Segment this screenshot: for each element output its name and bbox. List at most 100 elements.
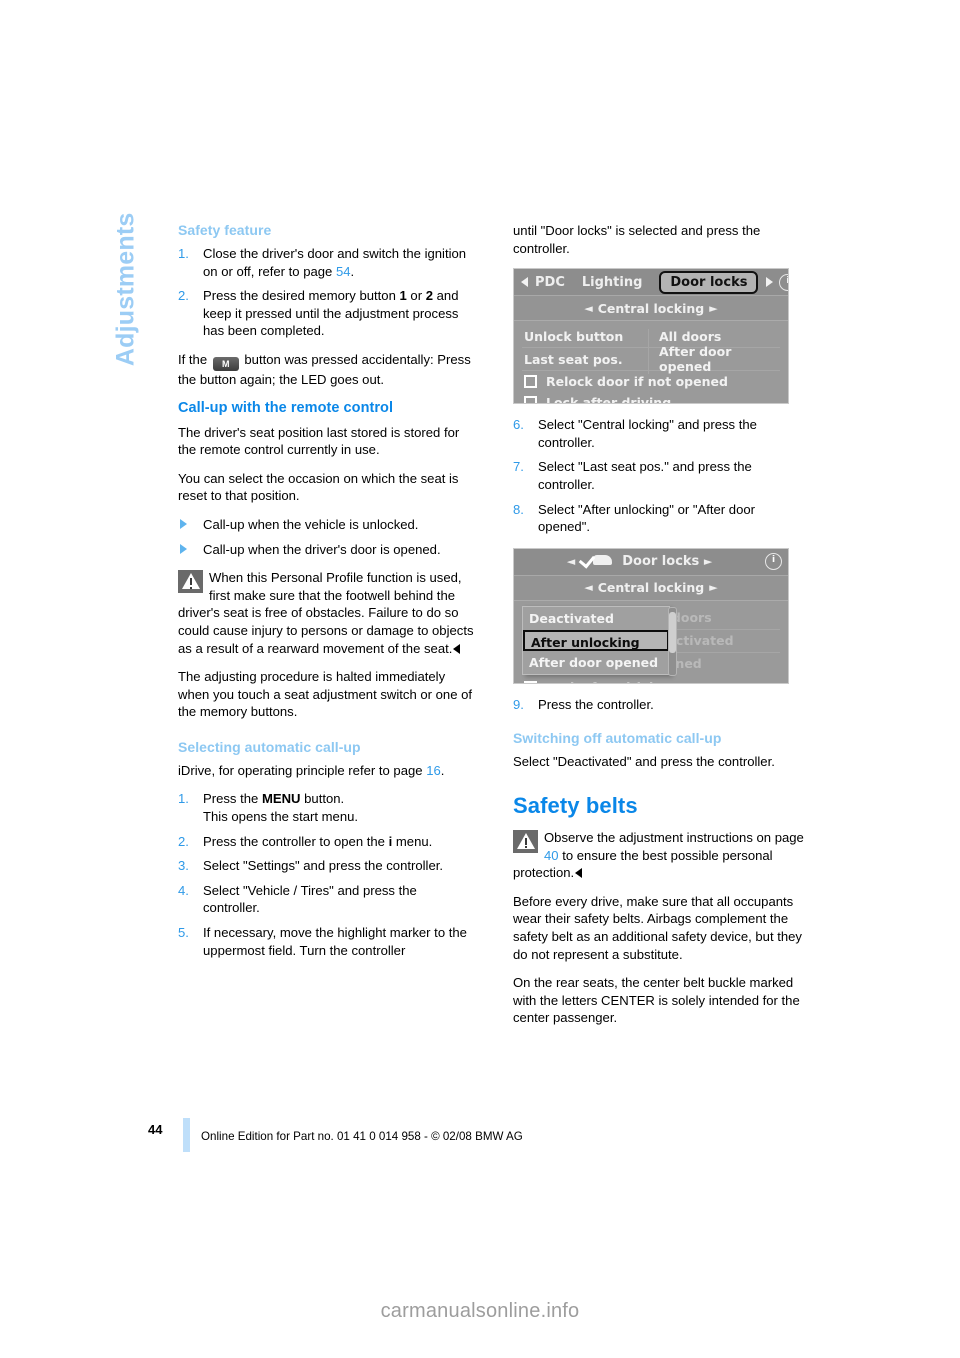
chevron-right-icon[interactable]: ► (709, 302, 717, 315)
step-text-tail: button. (300, 791, 345, 807)
page-reference[interactable]: 40 (544, 848, 559, 863)
vehicle-check-icon (578, 551, 612, 569)
memory-button-1: 1 (399, 288, 407, 304)
tab-lighting[interactable]: Lighting (582, 275, 643, 290)
heading-selecting-automatic-call-up: Selecting automatic call-up (178, 738, 361, 755)
scrollbar-thumb[interactable] (669, 611, 676, 654)
chapter-tab-label: Adjustments (111, 212, 140, 367)
chevron-right-icon[interactable]: ► (704, 555, 712, 568)
vehicle-info-icon[interactable]: i (765, 553, 782, 571)
list-item: 1. Press the MENU button. This opens the s… (178, 790, 474, 825)
step-text: Select "Settings" and press the controll… (203, 858, 444, 874)
idrive-subbar: ◄ Central locking ► (514, 575, 788, 601)
step-text: Press the desired memory button (203, 288, 400, 304)
chevron-left-icon[interactable]: ◄ (584, 302, 592, 315)
warning-notice: When this Personal Profile function is u… (178, 569, 474, 657)
checkbox-row-lock-after-driving[interactable]: Lock after driving (522, 392, 780, 404)
right-column: until "Door locks" is selected and press… (513, 222, 809, 1038)
subbar-label: Central locking (597, 300, 705, 316)
step-number: 8. (513, 501, 524, 517)
remote-paragraph-2: You can select the occasion on which the… (178, 470, 459, 504)
scrollbar[interactable] (668, 606, 677, 676)
safety-belts-paragraph-1: Before every drive, make sure that all o… (513, 893, 802, 962)
page-reference[interactable]: 54 (336, 264, 351, 279)
checkbox-label: Lock after driving (546, 680, 671, 683)
note-text: If the (178, 351, 211, 367)
page-number: 44 (148, 1122, 163, 1137)
checkbox-icon[interactable] (524, 375, 537, 389)
left-column: Safety feature 1. Close the driver's door… (178, 222, 474, 970)
topbar-title-group: ◄ Door locks ► (514, 551, 765, 570)
step-text: If necessary, move the highlight marker … (203, 925, 467, 958)
idrive-settings-rows: Unlock button All doors Last seat pos. A… (514, 321, 788, 404)
step-number: 4. (178, 882, 189, 898)
step-text: Press the controller. (538, 696, 654, 712)
right-steps-6-8: 6. Select "Central locking" and press the… (513, 416, 809, 536)
step-number: 7. (513, 459, 524, 475)
step-text: Press the controller to open the (203, 833, 389, 849)
option-deactivated[interactable]: Deactivated (523, 607, 669, 630)
option-after-door-opened[interactable]: After door opened (523, 651, 669, 674)
idrive-screen: ◄ Door locks ► i ◄ Central locking ► ll … (513, 547, 789, 684)
option-after-unlocking-selected[interactable]: After unlocking (523, 629, 669, 651)
list-item: Call-up when the vehicle is unlocked. (178, 516, 474, 534)
bullet-text: Call-up when the driver's door is opened… (203, 541, 441, 557)
chevron-right-icon[interactable]: ► (709, 581, 717, 594)
safety-feature-steps: 1. Close the driver's door and switch the… (178, 245, 474, 340)
step-number: 1. (178, 791, 189, 807)
step-text: Press the (203, 791, 262, 807)
step-text: Select "After unlocking" or "After door … (538, 501, 755, 535)
menu-button-label: MENU (261, 791, 301, 807)
topbar-title: Door locks (622, 554, 700, 570)
idrive-subbar: ◄ Central locking ► (514, 296, 788, 322)
site-watermark: carmanualsonline.info (380, 1300, 580, 1322)
warning-body: Observe the adjustment instructions on p… (544, 829, 804, 845)
tab-door-locks-selected[interactable]: Door locks (659, 270, 759, 294)
list-item: 5. If necessary, move the highlight marke… (178, 924, 474, 959)
footer-edition-note: Online Edition for Part no. 01 41 0 014 … (201, 1130, 523, 1143)
arrow-right-icon[interactable] (766, 277, 774, 288)
step-text: or (406, 288, 426, 304)
page-reference[interactable]: 16 (426, 763, 441, 778)
idrive-topbar: ◄ Door locks ► i (514, 548, 788, 576)
idrive-intro-tail: . (440, 762, 445, 778)
checkbox-row-relock-door[interactable]: Relock door if not opened (522, 371, 780, 392)
memory-button-note: If the M button was pressed accidentally… (178, 351, 474, 389)
tab-pdc[interactable]: PDC (535, 275, 565, 290)
safety-belts-warning: Observe the adjustment instructions on p… (513, 829, 809, 882)
checkbox-row-lock-after-driving[interactable]: Lock after driving (522, 677, 780, 683)
memory-button-2: 2 (425, 288, 434, 304)
list-item: 1. Close the driver's door and switch the… (178, 245, 474, 280)
end-marker-icon (575, 868, 583, 879)
continuation-text: until "Door locks" is selected and press… (513, 223, 761, 256)
chevron-left-icon[interactable]: ◄ (567, 555, 575, 568)
heading-safety-belts: Safety belts (513, 792, 638, 818)
heading-call-up-remote: Call-up with the remote control (178, 399, 394, 416)
step-number: 2. (178, 833, 189, 849)
remote-bullets: Call-up when the vehicle is unlocked. Ca… (178, 516, 474, 558)
bullet-text: Call-up when the vehicle is unlocked. (203, 516, 419, 532)
idrive-screen: PDC Lighting Door locks i ◄ Central lock… (513, 268, 789, 405)
list-item: 4. Select "Vehicle / Tires" and press the… (178, 882, 474, 917)
row-value: All doors (648, 328, 780, 344)
vehicle-info-icon[interactable]: i (779, 273, 788, 291)
checkbox-icon[interactable] (524, 680, 537, 683)
option-popup-list: Deactivated After unlocking After door o… (522, 605, 677, 676)
list-item: Call-up when the driver's door is opened… (178, 541, 474, 559)
right-step-9: 9. Press the controller. (513, 696, 809, 714)
heading-switching-off-automatic-call-up: Switching off automatic call-up (513, 730, 722, 747)
heading-safety-feature: Safety feature (178, 222, 272, 238)
page-footer: 44 Online Edition for Part no. 01 41 0 0… (140, 1118, 820, 1152)
checkbox-icon[interactable] (524, 396, 537, 404)
table-row[interactable]: Last seat pos. After door opened (522, 344, 780, 375)
checkbox-label: Relock door if not opened (546, 374, 728, 390)
arrow-left-icon[interactable] (521, 277, 528, 288)
step-number: 1. (178, 246, 189, 261)
chevron-left-icon[interactable]: ◄ (584, 581, 592, 594)
list-item: 2. Press the desired memory button 1 or 2… (178, 287, 474, 340)
row-label: Unlock button (524, 328, 624, 344)
step-text: Select "Vehicle / Tires" and press the c… (203, 882, 417, 916)
list-item: 2. Press the controller to open the i men… (178, 833, 474, 851)
row-label: Last seat pos. (524, 351, 623, 367)
idrive-screenshot-door-locks: PDC Lighting Door locks i ◄ Central lock… (513, 268, 809, 405)
